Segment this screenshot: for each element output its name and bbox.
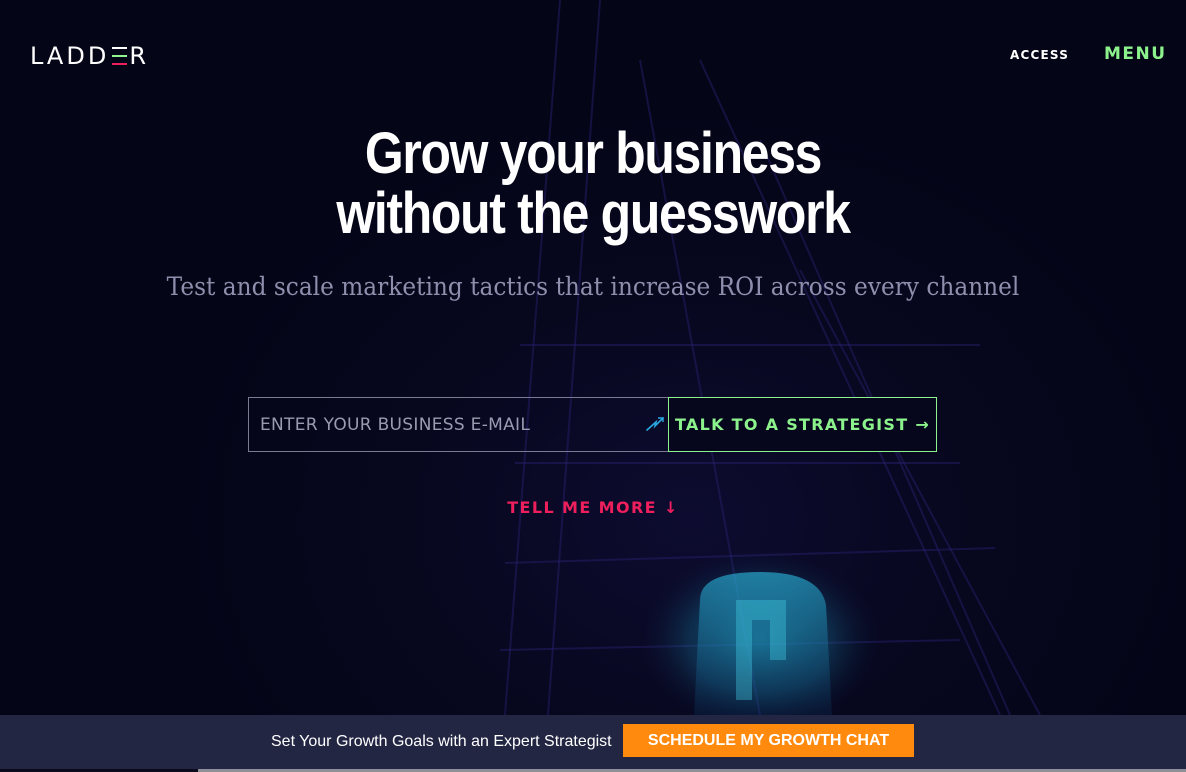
ladder-logo[interactable]: LADD R [30, 42, 149, 70]
schedule-growth-chat-button[interactable]: SCHEDULE MY GROWTH CHAT [623, 724, 914, 757]
page: LADD R ACCESS MENU Grow your business wit… [0, 0, 1186, 772]
headline-line-2: without the guesswork [336, 181, 851, 246]
headline-line-1: Grow your business [364, 121, 823, 186]
menu-button[interactable]: MENU [1104, 44, 1167, 64]
page-title: Grow your business without the guesswork [83, 124, 1103, 244]
autofill-icon[interactable] [646, 417, 664, 431]
logo-text-left: LADD [30, 42, 110, 70]
hero-subheading: Test and scale marketing tactics that in… [166, 272, 1020, 301]
bottom-bar-text: Set Your Growth Goals with an Expert Str… [271, 733, 612, 750]
logo-e-bars [110, 45, 128, 67]
background-grid-art [499, 0, 1041, 730]
talk-to-strategist-button[interactable]: TALK TO A STRATEGIST → [668, 397, 937, 452]
email-field-container [248, 397, 669, 452]
tell-me-more-link[interactable]: TELL ME MORE ↓ [0, 498, 1186, 517]
logo-text-right: R [129, 42, 149, 70]
email-field[interactable] [249, 398, 639, 451]
access-link[interactable]: ACCESS [1010, 48, 1069, 62]
